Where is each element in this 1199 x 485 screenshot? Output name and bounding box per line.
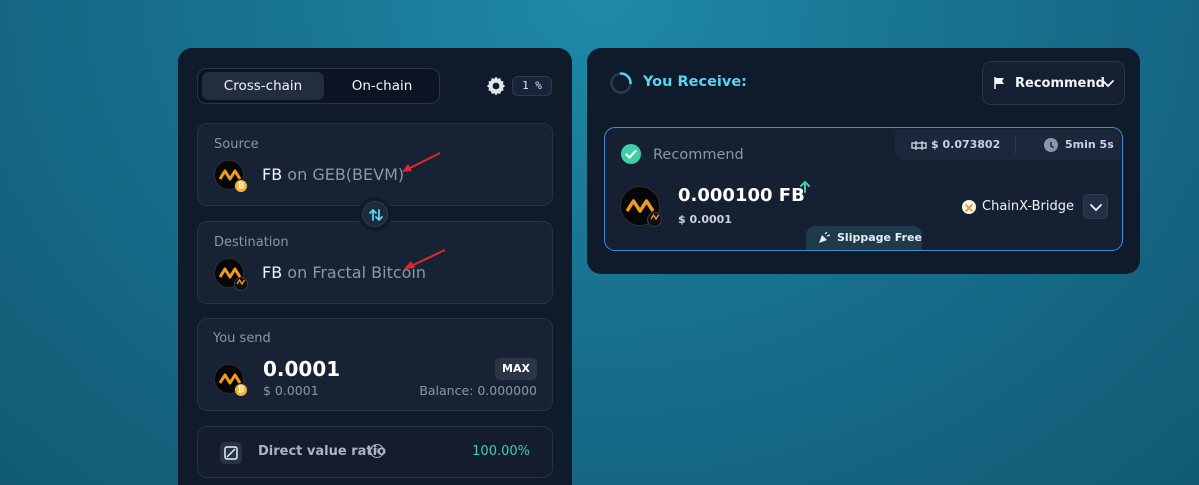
value-ratio-card: Direct value ratio i 100.00%	[197, 426, 553, 478]
sort-dropdown[interactable]: Recommend	[982, 61, 1125, 105]
source-chain-name: GEB(BEVM)	[312, 165, 405, 184]
max-button[interactable]: MAX	[495, 358, 537, 380]
send-amount-input[interactable]: 0.0001	[263, 357, 340, 381]
source-connector: on	[287, 165, 308, 184]
loading-spinner-icon	[610, 72, 632, 94]
bitcoin-icon: ₿	[234, 179, 248, 193]
gas-fee-value: $ 0.073802	[931, 138, 1001, 151]
fractal-icon	[647, 212, 662, 227]
source-label: Source	[214, 137, 259, 152]
slippage-free-tag: Slippage Free	[806, 226, 922, 250]
fb-token-icon	[620, 186, 662, 227]
gas-fee-icon	[911, 141, 927, 150]
route-expand-button[interactable]	[1083, 194, 1108, 219]
source-card[interactable]: Source ₿ FB on GEB(BEVM)	[197, 123, 553, 206]
party-popper-icon	[819, 231, 831, 243]
send-label: You send	[213, 331, 271, 346]
receive-amount: 0.000100 FB	[678, 185, 805, 206]
send-usd-value: $ 0.0001	[263, 383, 319, 398]
divider	[1015, 136, 1016, 154]
flag-icon	[994, 77, 1004, 89]
balance-text: Balance: 0.000000	[419, 383, 537, 398]
receive-panel: You Receive: Recommend Recommend $ 0.073…	[587, 48, 1140, 274]
ratio-icon	[220, 442, 242, 464]
route-option-card[interactable]: Recommend $ 0.073802 5min 5s 0.000100 FB…	[604, 127, 1123, 251]
chainx-bridge-icon	[962, 200, 976, 214]
mode-tabs: Cross-chain On-chain	[197, 68, 440, 104]
swap-panel: Cross-chain On-chain 1 % Source ₿ FB on …	[178, 48, 572, 485]
destination-chain-name: Fractal Bitcoin	[312, 263, 427, 282]
slippage-setting[interactable]: 1 %	[512, 76, 552, 96]
destination-token-line: FB on Fractal Bitcoin	[262, 263, 426, 282]
send-card: You send ₿ 0.0001 $ 0.0001 MAX Balance: …	[197, 318, 553, 411]
clock-icon	[1044, 138, 1058, 152]
gear-icon[interactable]	[484, 74, 508, 98]
tab-cross-chain[interactable]: Cross-chain	[202, 72, 324, 100]
receive-title: You Receive:	[643, 74, 747, 90]
swap-arrows-icon	[362, 201, 388, 227]
fractal-icon	[234, 277, 248, 291]
arrow-up-icon	[800, 181, 810, 193]
fb-token-icon	[214, 258, 248, 291]
value-ratio-value: 100.00%	[472, 444, 530, 459]
source-token-symbol: FB	[262, 165, 283, 184]
route-title: Recommend	[653, 147, 744, 163]
check-circle-icon	[621, 144, 641, 164]
destination-label: Destination	[214, 235, 289, 250]
destination-token-symbol: FB	[262, 263, 283, 282]
fb-token-icon: ₿	[214, 364, 248, 397]
bitcoin-icon: ₿	[234, 383, 248, 397]
destination-card[interactable]: Destination FB on Fractal Bitcoin	[197, 221, 553, 304]
bridge-name: ChainX-Bridge	[982, 199, 1074, 214]
chevron-down-icon	[1102, 80, 1114, 88]
destination-connector: on	[287, 263, 308, 282]
sort-dropdown-label: Recommend	[1015, 76, 1105, 91]
swap-direction-button[interactable]	[358, 197, 392, 231]
fb-token-icon: ₿	[214, 160, 248, 193]
route-meta: $ 0.073802 5min 5s	[895, 130, 1121, 160]
source-token-line: FB on GEB(BEVM)	[262, 165, 404, 184]
slippage-free-label: Slippage Free	[837, 231, 922, 244]
info-icon[interactable]: i	[370, 444, 384, 458]
tab-on-chain[interactable]: On-chain	[326, 72, 438, 100]
estimated-time: 5min 5s	[1065, 138, 1114, 151]
receive-usd-value: $ 0.0001	[678, 213, 732, 226]
chevron-down-icon	[1090, 204, 1102, 212]
value-ratio-label: Direct value ratio	[258, 444, 387, 459]
